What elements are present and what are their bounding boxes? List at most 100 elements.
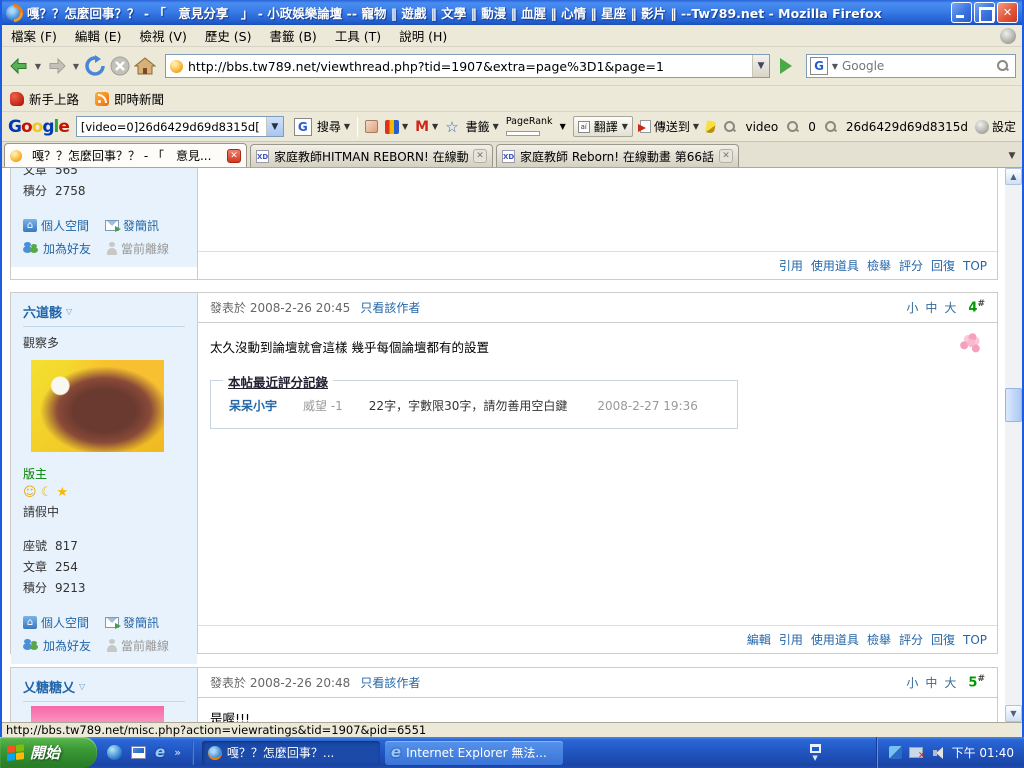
pagerank-button[interactable]: PageRank [506,117,553,136]
maximize-button[interactable] [974,2,995,23]
author-name[interactable]: 乂糖糖乂 [23,677,75,696]
photos-icon[interactable] [365,120,378,133]
font-size-medium[interactable]: 中 [925,674,937,691]
scroll-up-icon[interactable]: ▲ [1005,168,1022,185]
forward-button[interactable] [46,51,68,81]
action-rate[interactable]: 評分 [899,631,923,648]
quick-launch-ie-icon[interactable]: e [155,745,165,760]
send-to-button[interactable]: 傳送到 ▼ [640,118,699,135]
font-size-small[interactable]: 小 [906,299,918,316]
url-dropdown[interactable]: ▼ [752,55,769,77]
google-apps-button[interactable]: ▼ [385,120,408,134]
action-reply[interactable]: 回復 [931,631,955,648]
reload-button[interactable] [84,51,106,81]
search-input[interactable] [840,58,995,74]
action-use-item[interactable]: 使用道具 [811,257,859,274]
chevron-down-icon[interactable]: ▼ [344,122,350,131]
vertical-scrollbar[interactable]: ▲ ▼ [1005,168,1022,722]
floor-number[interactable]: 5# [968,674,985,690]
avatar-image[interactable] [31,360,164,452]
avatar-image[interactable] [31,706,164,722]
author-name[interactable]: 六道骸 [23,302,62,321]
google-search-field[interactable]: ▼ [76,116,284,137]
stop-button[interactable] [109,51,131,81]
chevron-down-icon[interactable]: ▼ [560,122,566,131]
tab-close-icon[interactable]: ✕ [719,149,733,163]
tab-close-icon[interactable]: ✕ [473,149,487,163]
action-top[interactable]: TOP [963,633,987,647]
link-send-message[interactable]: 發簡訊 [105,217,159,234]
action-report[interactable]: 檢舉 [867,257,891,274]
action-reply[interactable]: 回復 [931,257,955,274]
rating-user[interactable]: 呆呆小宇 [229,397,277,414]
action-report[interactable]: 檢舉 [867,631,891,648]
back-button[interactable] [8,51,30,81]
tab-reborn-2[interactable]: XD 家庭教師 Reborn! 在線動畫 第66話 -... ✕ [496,144,739,167]
bookmark-getting-started[interactable]: 新手上路 [10,89,79,108]
menu-view[interactable]: 檢視 (V) [131,24,196,47]
go-button[interactable] [773,54,799,78]
google-query-input[interactable] [77,119,266,135]
font-size-large[interactable]: 大 [944,299,956,316]
highlighter-icon[interactable] [705,120,716,133]
task-internet-explorer[interactable]: e Internet Explorer 無法... [385,741,563,765]
start-button[interactable]: 開始 [0,737,97,768]
forward-dropdown[interactable]: ▼ [71,62,81,71]
google-search-button[interactable]: G 搜尋 ▼ [291,118,350,136]
tab-list-dropdown[interactable]: ▼ [1004,146,1020,166]
google-g-icon[interactable]: G [810,57,828,75]
quick-launch-mail-icon[interactable] [131,746,146,759]
google-bookmarks-button[interactable]: 書籤 ▼ [466,118,499,135]
font-size-small[interactable]: 小 [906,674,918,691]
link-personal-space[interactable]: ⌂個人空間 [23,614,89,631]
tray-network-offline-icon[interactable] [909,747,923,758]
action-edit[interactable]: 編輯 [747,631,771,648]
home-button[interactable] [134,51,156,81]
font-size-large[interactable]: 大 [944,674,956,691]
gmail-button[interactable]: M ▼ [415,119,438,135]
minimize-button[interactable] [951,2,972,23]
close-button[interactable]: ✕ [997,2,1018,23]
tray-messenger-icon[interactable] [889,746,902,759]
author-dropdown-icon[interactable]: ▽ [79,682,85,691]
link-personal-space[interactable]: ⌂個人空間 [23,217,89,234]
toolbar-settings-button[interactable]: 設定 [975,118,1016,135]
tray-clock[interactable]: 下午 01:40 [952,744,1014,761]
tab-reborn-1[interactable]: XD 家庭教師HITMAN REBORN! 在線動... ✕ [250,144,493,167]
word-find-video[interactable]: video [722,120,778,134]
translate-button[interactable]: aí 翻譯 ▼ [573,116,633,137]
quick-launch-more[interactable]: » [174,746,181,759]
bookmark-star-icon[interactable]: ☆ [445,118,458,136]
tab-thread[interactable]: 嘎？？怎麼回事？？ - 「 意見... ✕ [4,143,247,167]
tray-volume-icon[interactable] [930,747,943,759]
menu-file[interactable]: 檔案 (F) [2,24,66,47]
search-engine-dropdown[interactable]: ▼ [830,62,840,71]
floor-number[interactable]: 4# [968,299,985,315]
url-text[interactable]: http://bbs.tw789.net/viewthread.php?tid=… [188,59,752,74]
action-top[interactable]: TOP [963,259,987,273]
scroll-down-icon[interactable]: ▼ [1005,705,1022,722]
search-box[interactable]: G ▼ [806,54,1016,78]
scrollbar-thumb[interactable] [1005,388,1022,422]
action-use-item[interactable]: 使用道具 [811,631,859,648]
menu-edit[interactable]: 編輯 (E) [66,24,131,47]
quick-launch-sphere-icon[interactable] [107,745,122,760]
menu-help[interactable]: 說明 (H) [390,24,456,47]
menu-tools[interactable]: 工具 (T) [326,24,390,47]
word-find-hash[interactable]: 26d6429d69d8315d [823,120,968,134]
author-dropdown-icon[interactable]: ▽ [66,307,72,316]
search-magnifier-icon[interactable] [997,60,1009,72]
link-add-friend[interactable]: 加為好友 [23,637,91,654]
action-quote[interactable]: 引用 [779,257,803,274]
font-size-medium[interactable]: 中 [925,299,937,316]
url-bar[interactable]: http://bbs.tw789.net/viewthread.php?tid=… [165,54,770,78]
google-query-dropdown[interactable]: ▼ [266,117,283,136]
bookmark-latest-news[interactable]: 即時新聞 [95,89,164,108]
only-author-link[interactable]: 只看該作者 [360,299,420,316]
back-dropdown[interactable]: ▼ [33,62,43,71]
tab-close-icon[interactable]: ✕ [227,149,241,163]
task-firefox[interactable]: 嘎？？怎麼回事？... [202,741,380,765]
link-add-friend[interactable]: 加為好友 [23,240,91,257]
menu-history[interactable]: 歷史 (S) [196,24,261,47]
link-send-message[interactable]: 發簡訊 [105,614,159,631]
